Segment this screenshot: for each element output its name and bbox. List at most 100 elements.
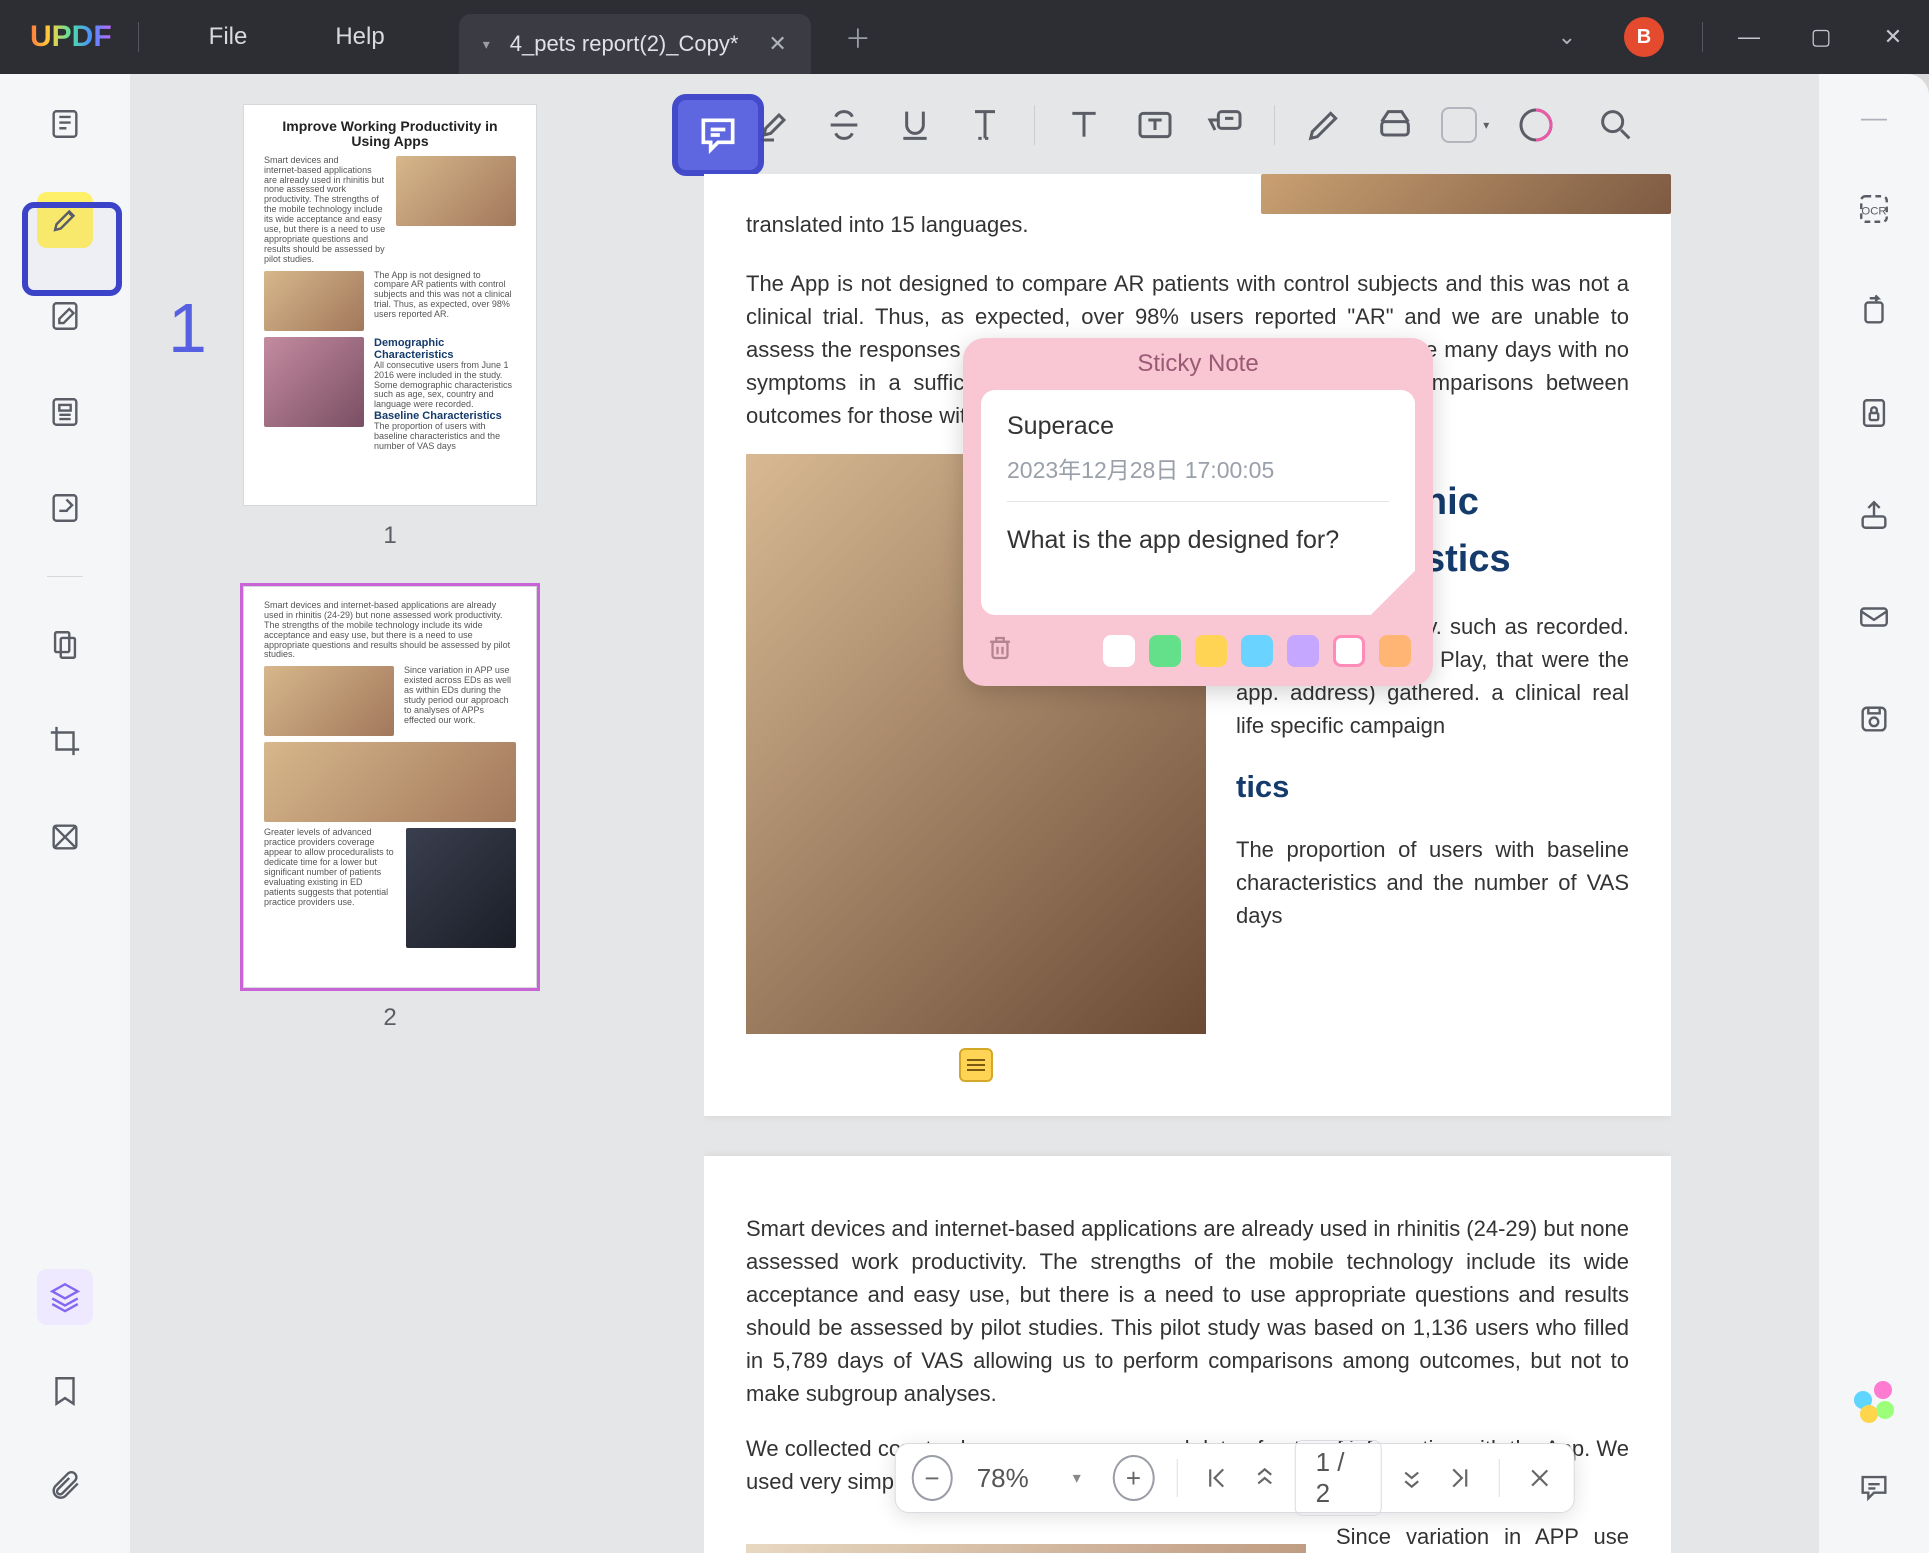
tab-dropdown-icon[interactable]: ▾ (483, 36, 490, 53)
close-toolbar-icon[interactable] (1522, 1458, 1558, 1498)
ocr-icon[interactable]: OCR (1848, 183, 1900, 235)
eraser-icon[interactable] (1366, 94, 1424, 156)
thumb1-sub2: Baseline Characteristics (374, 410, 516, 422)
color-orange[interactable] (1379, 635, 1411, 667)
avatar[interactable]: B (1624, 17, 1664, 57)
save-icon[interactable] (1848, 693, 1900, 745)
chevron-down-icon[interactable]: ⌄ (1558, 24, 1576, 50)
color-pink[interactable] (1333, 635, 1365, 667)
separator (47, 576, 83, 577)
delete-note-icon[interactable] (985, 633, 1015, 668)
callout-icon[interactable] (1196, 94, 1254, 156)
maximize-button[interactable]: ▢ (1785, 0, 1857, 74)
zoom-in-button[interactable]: + (1113, 1455, 1154, 1501)
color-green[interactable] (1149, 635, 1181, 667)
divider (1702, 22, 1703, 52)
close-button[interactable]: ✕ (1857, 0, 1929, 74)
separator (1274, 105, 1275, 145)
thumb1-title: Improve Working Productivity in Using Ap… (264, 119, 516, 150)
sticky-timestamp: 2023年12月28日 17:00:05 (1007, 451, 1389, 502)
zoom-dropdown-icon[interactable]: ▾ (1053, 1468, 1101, 1488)
text-style-icon[interactable] (956, 94, 1014, 156)
tools-icon[interactable] (37, 617, 93, 673)
thumb1-num: 1 (130, 522, 650, 550)
bookmark-icon[interactable] (37, 1363, 93, 1419)
logo: UPDF (30, 20, 112, 54)
tab-add-icon[interactable]: ＋ (845, 19, 871, 56)
top-indicator: — (1861, 102, 1887, 133)
page-current: 1 (1316, 1447, 1330, 1477)
annotation-toolbar: ▾ (658, 88, 1671, 162)
page-image (1261, 174, 1671, 214)
prev-page-icon[interactable] (1247, 1458, 1283, 1498)
thumbnail-page-1[interactable]: Improve Working Productivity in Using Ap… (243, 104, 537, 506)
sticky-body[interactable]: What is the app designed for? (1007, 526, 1389, 555)
left-rail (0, 74, 130, 1553)
color-swatch-icon[interactable]: ▾ (1436, 94, 1494, 156)
tab-close-icon[interactable]: ✕ (768, 31, 786, 57)
page-indicator[interactable]: 1 / 2 (1295, 1440, 1382, 1516)
text-icon[interactable] (1055, 94, 1113, 156)
minimize-button[interactable]: — (1713, 0, 1785, 74)
sticky-note-icon[interactable] (959, 1048, 993, 1082)
email-icon[interactable] (1848, 591, 1900, 643)
separator (1499, 1459, 1500, 1497)
page-fold-icon (1371, 571, 1415, 615)
thumbnail-page-2[interactable]: Smart devices and internet‑based applica… (243, 586, 537, 988)
color-white[interactable] (1103, 635, 1135, 667)
zoom-level[interactable]: 78% (965, 1463, 1041, 1494)
sticky-note-popup[interactable]: Sticky Note Superace 2023年12月28日 17:00:0… (963, 338, 1433, 686)
pencil-icon[interactable] (1295, 94, 1353, 156)
heading-baseline: tics (1236, 764, 1629, 811)
page2-right-text: Since variation in APP use existed acros… (1336, 1520, 1629, 1553)
menu-file[interactable]: File (165, 23, 292, 51)
redact-icon[interactable] (37, 809, 93, 865)
baseline-paragraph: The proportion of users with baseline ch… (1236, 833, 1629, 932)
textbox-icon[interactable] (1125, 94, 1183, 156)
tab-title: 4_pets report(2)_Copy* (510, 31, 739, 57)
divider (138, 22, 139, 52)
thumb-image (396, 156, 516, 226)
left-rail-bottom (37, 1269, 93, 1553)
thumb-image (264, 666, 394, 736)
underline-icon[interactable] (885, 94, 943, 156)
color-yellow[interactable] (1195, 635, 1227, 667)
thumb-image (406, 828, 516, 948)
svg-text:OCR: OCR (1861, 206, 1886, 218)
attachment-icon[interactable] (37, 1457, 93, 1513)
last-page-icon[interactable] (1441, 1458, 1477, 1498)
ai-flower-icon[interactable] (1854, 1381, 1894, 1421)
signature-icon[interactable] (1506, 94, 1564, 156)
document-tab[interactable]: ▾ 4_pets report(2)_Copy* ✕ (459, 14, 811, 74)
color-purple[interactable] (1287, 635, 1319, 667)
thumb-image (264, 271, 364, 331)
strikethrough-icon[interactable] (815, 94, 873, 156)
thumbnail-panel: Improve Working Productivity in Using Ap… (130, 74, 650, 1553)
next-page-icon[interactable] (1394, 1458, 1430, 1498)
app-body: 1 Improve Working Productivity in Using … (0, 74, 1929, 1553)
first-page-icon[interactable] (1199, 1458, 1235, 1498)
rotate-icon[interactable] (1848, 285, 1900, 337)
right-rail-bottom (1848, 1381, 1900, 1553)
zoom-out-button[interactable]: − (911, 1455, 952, 1501)
thumb2-num: 2 (130, 1004, 650, 1032)
comment-tool-highlight[interactable] (672, 94, 764, 176)
reader-icon[interactable] (37, 96, 93, 152)
separator (1034, 105, 1035, 145)
sticky-author: Superace (1007, 412, 1389, 441)
menu-help[interactable]: Help (291, 23, 428, 51)
edit-text-icon[interactable] (37, 288, 93, 344)
sticky-note-card: Superace 2023年12月28日 17:00:05 What is th… (981, 390, 1415, 615)
editor-area: ▾ 2 translat (650, 74, 1819, 1553)
layers-icon[interactable] (37, 1269, 93, 1325)
form-icon[interactable] (37, 480, 93, 536)
protect-icon[interactable] (1848, 387, 1900, 439)
titlebar-right: ⌄ B — ▢ ✕ (1538, 0, 1929, 74)
page-manage-icon[interactable] (37, 384, 93, 440)
color-cyan[interactable] (1241, 635, 1273, 667)
share-icon[interactable] (1848, 489, 1900, 541)
chat-icon[interactable] (1848, 1461, 1900, 1513)
search-icon[interactable] (1577, 94, 1655, 156)
step1-highlight (22, 202, 122, 296)
crop-icon[interactable] (37, 713, 93, 769)
